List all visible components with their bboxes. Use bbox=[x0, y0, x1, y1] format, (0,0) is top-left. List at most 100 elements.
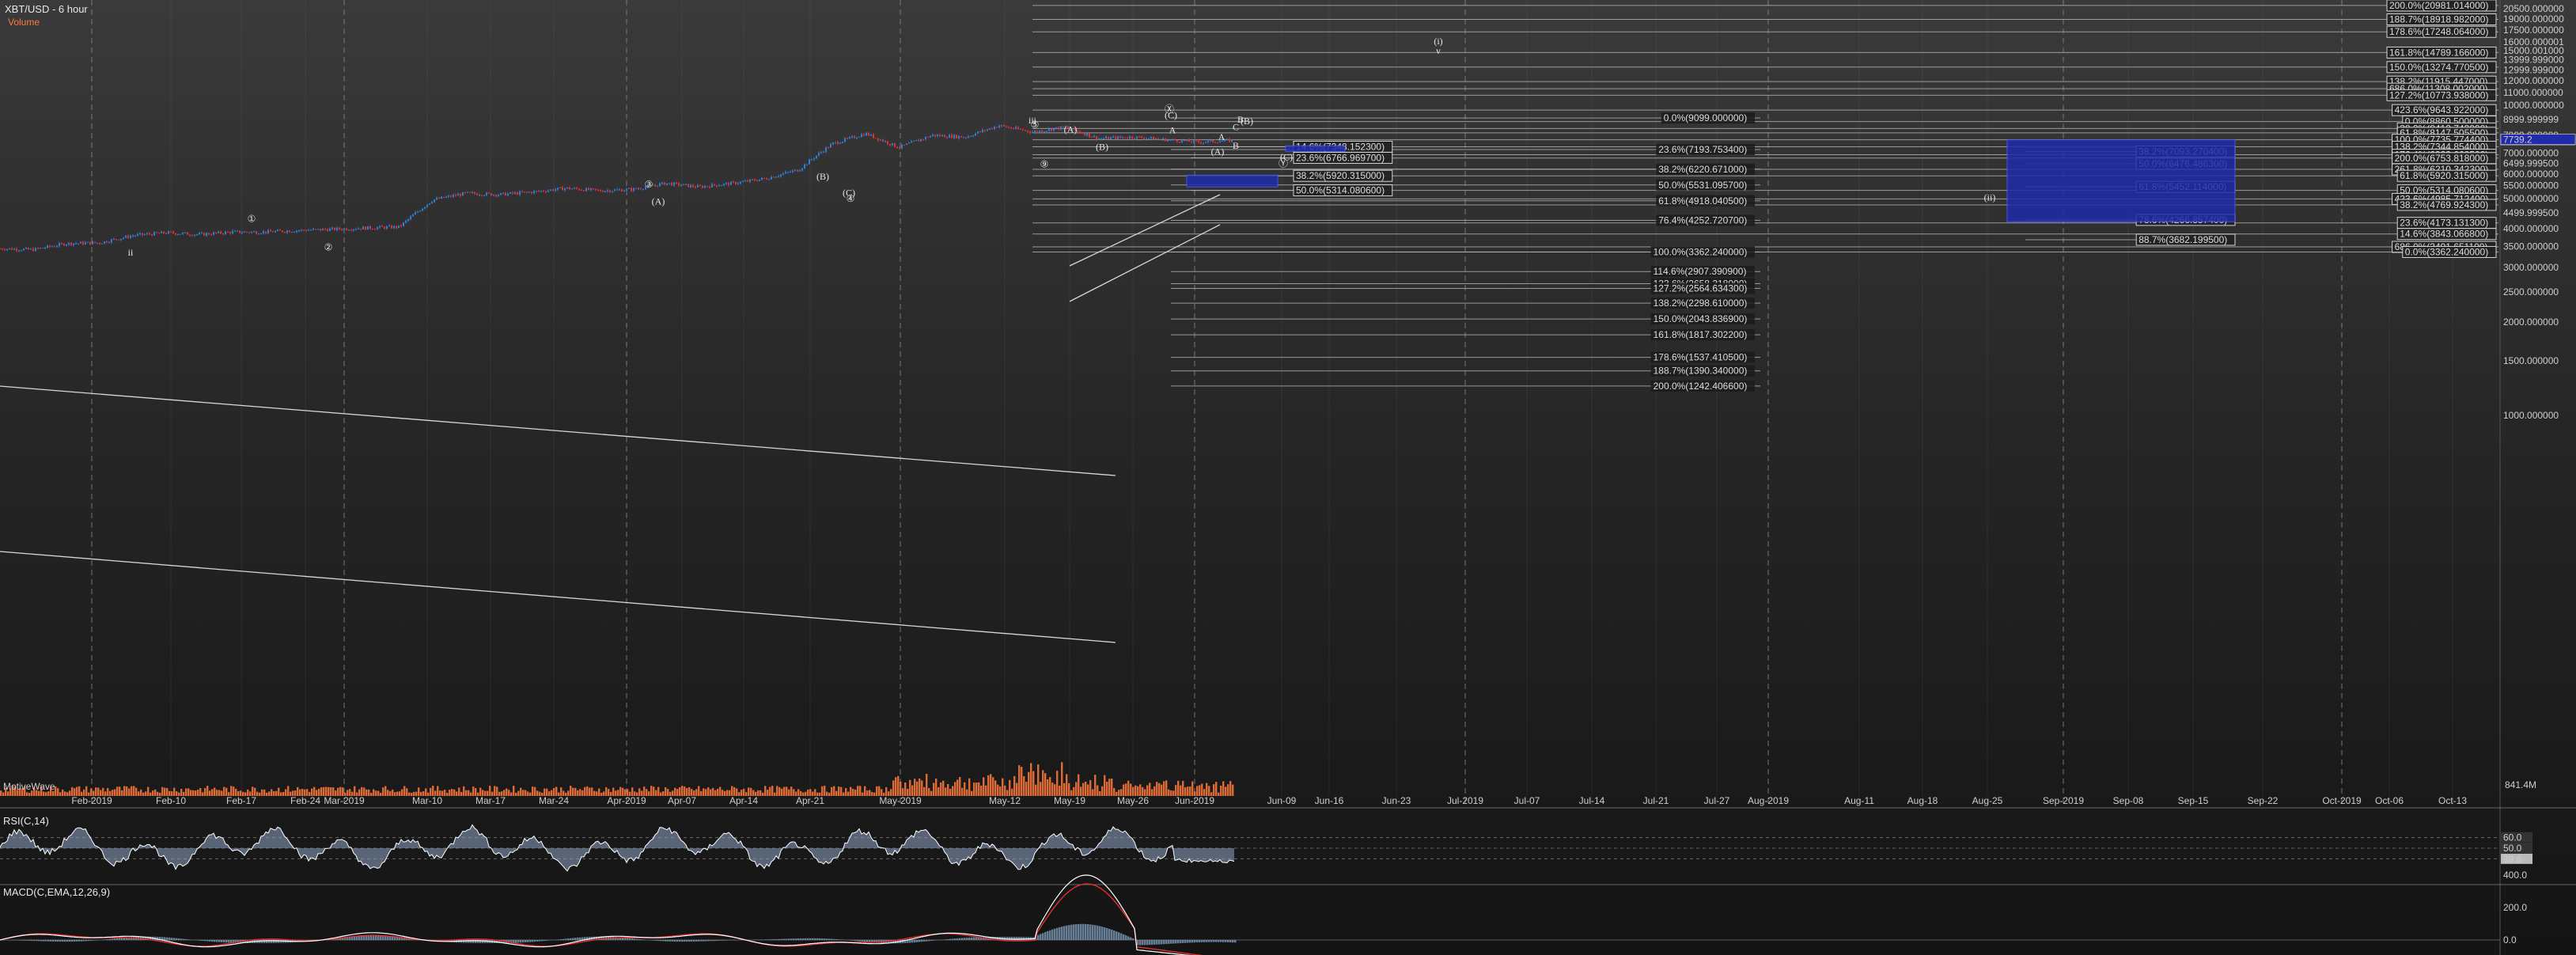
macd-histogram-bar bbox=[919, 940, 921, 942]
candle-body bbox=[771, 176, 772, 180]
macd-histogram-bar bbox=[928, 940, 930, 942]
candle-body bbox=[222, 233, 224, 235]
candle-body bbox=[761, 177, 763, 180]
candle-body bbox=[837, 142, 839, 144]
volume-bar bbox=[717, 788, 719, 796]
candle-body bbox=[581, 190, 582, 191]
wave-label: Ⓨ bbox=[1279, 157, 1288, 169]
volume-bar bbox=[394, 792, 396, 796]
candle-body bbox=[868, 133, 869, 136]
candle-body bbox=[469, 191, 471, 193]
candle-body bbox=[744, 180, 746, 182]
macd-histogram-bar bbox=[522, 940, 525, 943]
candle-body bbox=[85, 242, 86, 244]
candle-body bbox=[1027, 130, 1029, 132]
volume-bar bbox=[195, 790, 197, 796]
candle-body bbox=[1229, 138, 1230, 142]
date-tick-label: Sep-22 bbox=[2248, 795, 2279, 806]
candle-body bbox=[59, 243, 60, 246]
fib-label: 14.6%(3843.066800) bbox=[2400, 229, 2488, 240]
chart-canvas[interactable]: 200.0%(20981.014000) 188.7%(18918.982000)… bbox=[0, 0, 2576, 955]
volume-bar bbox=[847, 791, 850, 796]
candle-body bbox=[237, 230, 238, 232]
wave-label: A bbox=[1169, 125, 1176, 136]
macd-histogram-bar bbox=[88, 940, 90, 942]
candle-body bbox=[28, 248, 29, 250]
price-tick-label: 1000.000000 bbox=[2503, 410, 2559, 421]
candle-body bbox=[346, 228, 347, 230]
candle-body bbox=[510, 192, 511, 194]
candle-body bbox=[590, 188, 592, 191]
macd-histogram-bar bbox=[45, 940, 47, 942]
candle-body bbox=[659, 183, 661, 187]
macd-histogram-bar bbox=[921, 940, 923, 942]
price-tick-label: 12000.000000 bbox=[2503, 75, 2564, 86]
macd-histogram-bar bbox=[700, 940, 703, 942]
candle-body bbox=[410, 216, 411, 219]
volume-bar bbox=[373, 789, 375, 796]
candle-body bbox=[180, 233, 181, 235]
candle-body bbox=[355, 229, 357, 230]
candle-body bbox=[728, 183, 729, 185]
volume-bar bbox=[835, 790, 838, 796]
macd-histogram-bar bbox=[797, 938, 800, 940]
volume-bar bbox=[214, 787, 216, 796]
volume-bar bbox=[202, 792, 204, 796]
watermark: MotiveWave bbox=[3, 781, 55, 792]
candle-body bbox=[571, 188, 573, 190]
macd-histogram-bar bbox=[1218, 940, 1220, 942]
volume-bar bbox=[463, 786, 465, 796]
volume-bar bbox=[978, 782, 980, 796]
macd-histogram-bar bbox=[800, 938, 802, 940]
macd-histogram-bar bbox=[717, 940, 719, 941]
volume-bar bbox=[261, 789, 263, 796]
volume-bar bbox=[1089, 780, 1092, 796]
date-tick-label: Aug-25 bbox=[1972, 795, 2003, 806]
candle-body bbox=[517, 192, 518, 195]
macd-histogram-bar bbox=[1172, 940, 1175, 944]
macd-histogram-bar bbox=[1118, 932, 1120, 940]
candle-body bbox=[229, 232, 231, 234]
candle-body bbox=[438, 198, 440, 199]
macd-histogram-bar bbox=[107, 939, 109, 940]
candle-body bbox=[1015, 127, 1017, 129]
candle-body bbox=[569, 187, 570, 190]
macd-histogram-bar bbox=[1049, 930, 1051, 940]
macd-histogram-bar bbox=[973, 937, 975, 940]
macd-histogram-bar bbox=[833, 938, 835, 940]
candle-body bbox=[956, 135, 957, 138]
volume-bar bbox=[449, 790, 451, 796]
candle-body bbox=[49, 245, 51, 247]
volume-bar bbox=[1220, 786, 1222, 796]
candle-body bbox=[820, 152, 822, 153]
candle-body bbox=[329, 229, 331, 232]
volume-bar bbox=[997, 784, 999, 796]
candle-body bbox=[13, 248, 15, 250]
macd-histogram-bar bbox=[47, 940, 50, 942]
volume-bar bbox=[1023, 776, 1025, 796]
volume-bar bbox=[859, 786, 862, 796]
macd-histogram-bar bbox=[724, 940, 726, 941]
volume-bar bbox=[1061, 762, 1063, 796]
macd-histogram-bar bbox=[33, 940, 36, 942]
volume-bar bbox=[285, 789, 287, 796]
candle-body bbox=[533, 191, 535, 194]
price-tick-label: 4499.999500 bbox=[2503, 207, 2559, 218]
macd-histogram-bar bbox=[1073, 924, 1075, 940]
macd-histogram-bar bbox=[74, 940, 76, 942]
wave-label: (ii) bbox=[1984, 191, 1996, 203]
volume-bar bbox=[973, 783, 975, 796]
candle-body bbox=[621, 189, 623, 191]
volume-bar bbox=[1108, 779, 1111, 796]
macd-histogram-bar bbox=[567, 938, 570, 940]
volume-bar bbox=[781, 788, 783, 796]
candle-body bbox=[398, 225, 400, 228]
candle-body bbox=[30, 248, 32, 250]
macd-histogram-bar bbox=[771, 939, 774, 940]
candle-body bbox=[1153, 137, 1154, 140]
candle-body bbox=[2, 248, 3, 250]
volume-bar bbox=[1002, 778, 1004, 796]
candle-body bbox=[1089, 133, 1090, 137]
macd-histogram-bar bbox=[695, 940, 698, 942]
candle-body bbox=[301, 229, 302, 231]
